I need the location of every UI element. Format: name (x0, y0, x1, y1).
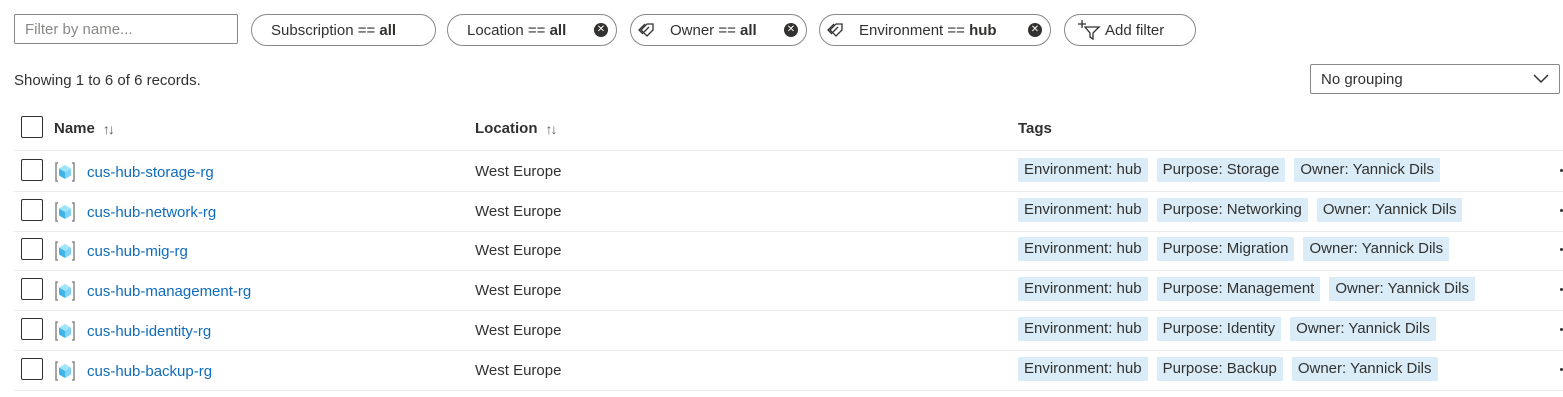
add-filter-icon (1078, 20, 1101, 41)
tag-chip: Environment: hub (1018, 277, 1148, 301)
pill-operator: == (714, 21, 741, 39)
location-cell: West Europe (475, 163, 562, 180)
resource-group-name-link[interactable]: cus-hub-mig-rg (87, 243, 188, 260)
tag-chip: Environment: hub (1018, 198, 1148, 222)
grouping-value: No grouping (1321, 70, 1403, 88)
tag-chip: Environment: hub (1018, 357, 1148, 381)
location-cell: West Europe (475, 203, 562, 220)
tag-chip: Environment: hub (1018, 317, 1148, 341)
pill-value: hub (969, 21, 997, 39)
add-filter-button[interactable]: Add filter (1064, 14, 1196, 46)
tag-chip: Owner: Yannick Dils (1303, 237, 1450, 261)
resource-group-icon (55, 281, 75, 301)
row-checkbox[interactable] (21, 238, 43, 260)
table-row[interactable]: cus-hub-storage-rg West Europe Environment… (14, 151, 1563, 192)
tag-chip: Purpose: Identity (1156, 317, 1282, 341)
tags-cell: Environment: hub Purpose: Management Owner… (1018, 277, 1476, 301)
tag-chip: Purpose: Management (1156, 277, 1321, 301)
column-header-location-label: Location (475, 120, 538, 137)
tags-cell: Environment: hub Purpose: Identity Owner: … (1018, 317, 1436, 341)
resource-group-icon (55, 241, 75, 261)
row-checkbox[interactable] (21, 278, 43, 300)
tags-cell: Environment: hub Purpose: Networking Owner… (1018, 198, 1463, 222)
column-header-tags-label: Tags (1018, 120, 1052, 137)
pill-operator: == (523, 21, 550, 39)
resource-group-name-link[interactable]: cus-hub-management-rg (87, 283, 251, 300)
pill-operator: == (943, 21, 970, 39)
tag-chip: Owner: Yannick Dils (1329, 277, 1476, 301)
close-circle-icon[interactable]: ✕ (1028, 23, 1042, 37)
pill-value: all (379, 21, 397, 39)
add-filter-label: Add filter (1105, 21, 1165, 39)
environment-filter-pill[interactable]: Environment == hub ✕ (819, 14, 1051, 46)
table-row[interactable]: cus-hub-mig-rg West Europe Environment: hu… (14, 230, 1563, 271)
pill-key: Environment (859, 21, 944, 39)
subscription-filter-pill[interactable]: Subscription == all (251, 14, 436, 46)
resource-group-name-link[interactable]: cus-hub-storage-rg (87, 164, 214, 181)
tag-icon (638, 23, 654, 37)
records-summary: Showing 1 to 6 of 6 records. (14, 72, 201, 89)
tag-chip: Owner: Yannick Dils (1291, 357, 1438, 381)
tag-chip: Purpose: Backup (1156, 357, 1283, 381)
tags-cell: Environment: hub Purpose: Migration Owner:… (1018, 237, 1450, 261)
tag-chip: Purpose: Migration (1156, 237, 1295, 261)
filter-by-name-input[interactable] (14, 14, 238, 44)
chevron-down-icon (1533, 74, 1549, 84)
pill-key: Location (467, 21, 524, 39)
tag-chip: Environment: hub (1018, 237, 1148, 261)
table-row[interactable]: cus-hub-identity-rg West Europe Environmen… (14, 310, 1563, 351)
pill-key: Owner (670, 21, 715, 39)
row-checkbox[interactable] (21, 358, 43, 380)
location-filter-pill[interactable]: Location == all ✕ (447, 14, 617, 46)
pill-value: all (740, 21, 757, 39)
tag-chip: Owner: Yannick Dils (1294, 158, 1440, 182)
sort-arrows-icon[interactable]: ↑↓ (103, 121, 115, 137)
resource-group-name-link[interactable]: cus-hub-identity-rg (87, 323, 211, 340)
column-header-tags: Tags (1018, 120, 1052, 137)
tag-chip: Environment: hub (1018, 158, 1148, 182)
tag-chip: Purpose: Storage (1156, 158, 1286, 182)
resource-group-icon (55, 361, 75, 381)
table-row[interactable]: cus-hub-management-rg West Europe Environm… (14, 270, 1563, 311)
select-all-checkbox[interactable] (21, 116, 43, 138)
close-circle-icon[interactable]: ✕ (784, 23, 798, 37)
tag-chip: Owner: Yannick Dils (1316, 198, 1463, 222)
tag-chip: Owner: Yannick Dils (1290, 317, 1436, 341)
tags-cell: Environment: hub Purpose: Backup Owner: Ya… (1018, 357, 1438, 381)
grouping-dropdown[interactable]: No grouping (1310, 64, 1560, 94)
location-cell: West Europe (475, 322, 562, 339)
resource-group-name-link[interactable]: cus-hub-backup-rg (87, 363, 212, 380)
tag-chip: Purpose: Networking (1156, 198, 1308, 222)
row-checkbox[interactable] (21, 159, 43, 181)
location-cell: West Europe (475, 282, 562, 299)
tags-cell: Environment: hub Purpose: Storage Owner: Y… (1018, 158, 1440, 182)
close-circle-icon[interactable]: ✕ (594, 23, 608, 37)
column-header-name[interactable]: Name ↑↓ (54, 120, 115, 137)
resource-group-icon (55, 321, 75, 341)
resource-group-name-link[interactable]: cus-hub-network-rg (87, 204, 216, 221)
pill-operator: == (353, 21, 380, 39)
table-row[interactable]: cus-hub-network-rg West Europe Environment… (14, 191, 1563, 232)
location-cell: West Europe (475, 242, 562, 259)
pill-key: Subscription (271, 21, 354, 39)
table-row[interactable]: cus-hub-backup-rg West Europe Environment:… (14, 350, 1563, 391)
pill-value: all (549, 21, 567, 39)
column-header-location[interactable]: Location ↑↓ (475, 120, 558, 137)
owner-filter-pill[interactable]: Owner == all ✕ (630, 14, 807, 46)
location-cell: West Europe (475, 362, 562, 379)
row-checkbox[interactable] (21, 199, 43, 221)
tag-icon (827, 23, 843, 37)
resource-group-icon (55, 202, 75, 222)
resource-group-icon (55, 162, 75, 182)
row-checkbox[interactable] (21, 318, 43, 340)
sort-arrows-icon[interactable]: ↑↓ (546, 121, 558, 137)
column-header-name-label: Name (54, 120, 95, 137)
